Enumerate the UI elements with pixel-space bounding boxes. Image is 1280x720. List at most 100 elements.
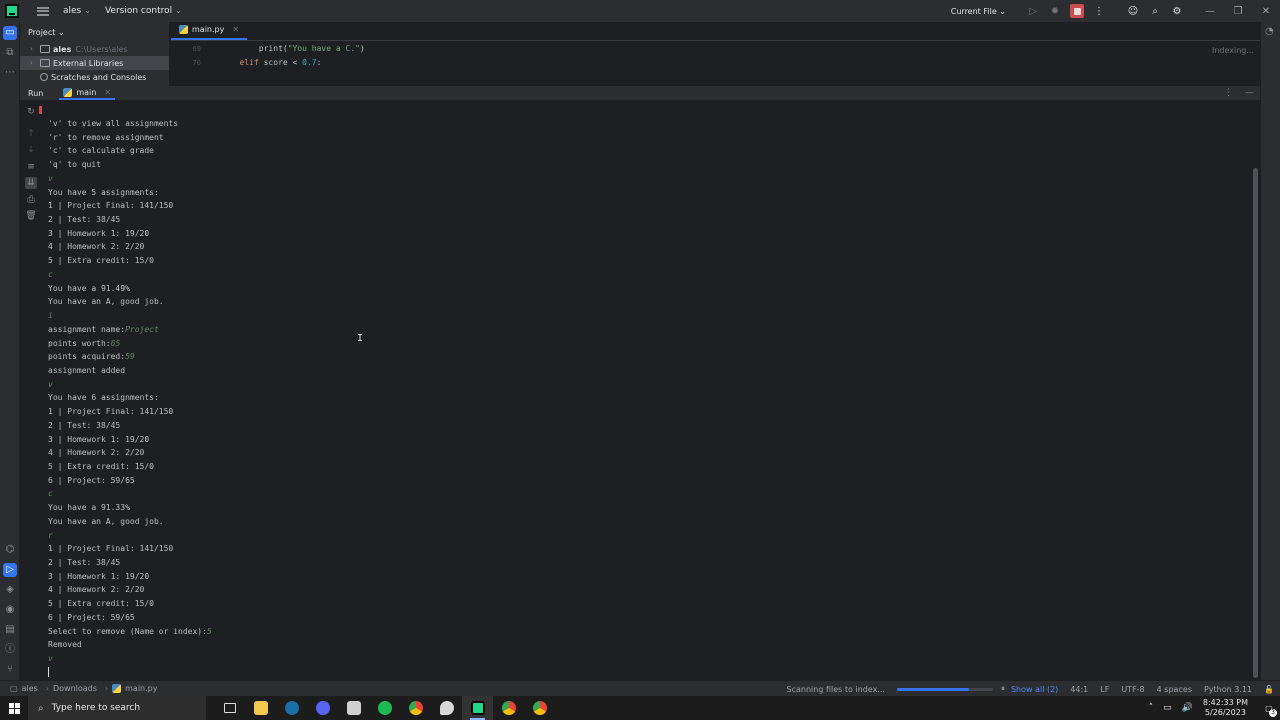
taskbar-chrome[interactable] <box>400 696 431 720</box>
chevron-right-icon[interactable]: › <box>30 59 40 67</box>
scroll-down-icon[interactable]: ↓ <box>25 144 37 156</box>
breadcrumb-item[interactable]: Downloads <box>53 684 97 693</box>
tree-item-project-root[interactable]: › ales C:\Users\ales <box>20 42 169 56</box>
settings-gear-icon[interactable]: ⚙ <box>1166 0 1188 22</box>
stop-button[interactable] <box>1070 4 1084 18</box>
line-separator[interactable]: LF <box>1100 685 1109 694</box>
hide-panel-icon[interactable]: — <box>1245 86 1254 100</box>
taskbar-steam[interactable] <box>276 696 307 720</box>
pycharm-icon <box>470 701 485 715</box>
close-icon[interactable]: ✕ <box>1252 6 1280 17</box>
rerun-icon[interactable]: ↻ <box>25 106 37 118</box>
taskbar-spotify[interactable] <box>369 696 400 720</box>
python-packages-icon[interactable]: ⌬ <box>3 543 17 557</box>
restore-icon[interactable]: ❐ <box>1224 6 1252 17</box>
console-input-line: v <box>48 652 212 666</box>
run-console-output[interactable]: 'v' to view all assignments 'r' to remove… <box>42 100 1252 680</box>
text-cursor-icon: I <box>357 333 364 344</box>
chevron-right-icon[interactable]: › <box>30 45 40 53</box>
show-all-tasks-link[interactable]: Show all (2) <box>1011 685 1058 694</box>
git-icon[interactable]: ⑂ <box>3 663 17 677</box>
main-menu-icon[interactable] <box>37 6 49 16</box>
indexing-progress-bar[interactable] <box>896 687 993 691</box>
indent-setting[interactable]: 4 spaces <box>1157 685 1192 694</box>
file-encoding[interactable]: UTF-8 <box>1121 685 1144 694</box>
console-output-line: 2 | Test: 38/45 <box>48 213 212 227</box>
tray-chevron-up-icon[interactable]: ˄ <box>1149 703 1154 713</box>
background-task-label[interactable]: Scanning files to index... <box>787 685 885 694</box>
taskbar-chrome-2[interactable] <box>493 696 524 720</box>
taskbar-chrome-3[interactable] <box>524 696 555 720</box>
run-tab-main[interactable]: main ✕ <box>59 86 116 100</box>
network-icon[interactable]: ▭ <box>1163 703 1172 713</box>
taskbar-app[interactable] <box>338 696 369 720</box>
trash-icon[interactable]: 🗑 <box>25 210 37 222</box>
scroll-up-icon[interactable]: ↑ <box>25 128 37 140</box>
pause-icon[interactable]: ⏸ <box>1001 684 1005 694</box>
tree-item-external-libraries[interactable]: › External Libraries <box>20 56 169 70</box>
console-text: v <box>48 654 53 664</box>
run-tab-label: main <box>76 87 97 97</box>
taskbar-shield-app[interactable] <box>431 696 462 720</box>
console-text: 'c' to calculate grade <box>48 146 154 156</box>
structure-icon[interactable]: ⧉ <box>3 46 17 60</box>
volume-icon[interactable]: 🔊 <box>1182 703 1193 713</box>
console-scrollbar[interactable] <box>1253 168 1258 678</box>
tree-item-scratches[interactable]: Scratches and Consoles <box>20 70 169 84</box>
project-tool-folder-icon[interactable]: ▭ <box>3 26 17 40</box>
console-input-line: r <box>48 529 212 543</box>
lock-icon[interactable]: 🔓 <box>1264 685 1274 694</box>
project-switcher[interactable]: ales ⌄ <box>63 6 91 16</box>
taskbar-discord[interactable] <box>307 696 338 720</box>
search-icon[interactable]: ⌕ <box>1144 0 1166 22</box>
console-output-line: You have 6 assignments: <box>48 391 212 405</box>
print-icon[interactable]: ⎙ <box>25 194 37 206</box>
run-tool-icon[interactable]: ▷ <box>3 563 17 577</box>
console-output-line: 1 | Project Final: 141/150 <box>48 199 212 213</box>
console-output-line: 1 | Project Final: 141/150 <box>48 405 212 419</box>
more-tools-icon[interactable]: ⋯ <box>3 66 17 80</box>
project-panel-title: Project <box>28 27 56 37</box>
breadcrumb: ▢ ales › Downloads › main.py <box>10 684 161 693</box>
services-icon[interactable]: ◈ <box>3 583 17 597</box>
breadcrumb-item[interactable]: ales <box>22 684 38 693</box>
project-panel-header[interactable]: Project ⌄ <box>20 22 169 42</box>
tree-item-label: ales <box>53 44 72 54</box>
system-clock[interactable]: 8:42:33 PM 5/26/2023 <box>1203 698 1248 718</box>
console-output-line: 4 | Homework 2: 2/20 <box>48 583 212 597</box>
notifications-icon[interactable]: ◔ <box>1265 26 1274 37</box>
python-console-icon[interactable]: ◉ <box>3 603 17 617</box>
scroll-to-end-icon[interactable]: ⇊ <box>25 177 37 189</box>
add-user-icon[interactable]: ☺ <box>1122 0 1144 22</box>
console-text: 3 | Homework 1: 19/20 <box>48 228 150 238</box>
editor-area[interactable]: main.py ✕ 69 70 print("You have a C.") e… <box>171 22 1260 86</box>
taskbar-file-explorer[interactable] <box>245 696 276 720</box>
debug-icon[interactable]: ✹ <box>1044 0 1066 22</box>
spotify-icon <box>377 701 392 715</box>
close-tab-icon[interactable]: ✕ <box>104 88 111 97</box>
soft-wrap-icon[interactable]: ≡ <box>25 161 37 173</box>
console-output-line: You have an A, good job. <box>48 515 212 529</box>
problems-icon[interactable]: ⓘ <box>3 643 17 657</box>
notification-center-button[interactable]: ▢ 3 <box>1258 696 1280 720</box>
editor-tab-main-py[interactable]: main.py ✕ <box>171 21 248 40</box>
minimize-icon[interactable]: — <box>1196 6 1224 17</box>
task-view-button[interactable] <box>214 696 245 720</box>
console-output-line: 5 | Extra credit: 15/0 <box>48 460 212 474</box>
vcs-menu[interactable]: Version control ⌄ <box>105 6 182 16</box>
code-view[interactable]: print("You have a C.") elif score < 0.7: <box>201 42 365 70</box>
taskbar-pycharm[interactable] <box>462 696 493 720</box>
terminal-icon[interactable]: ▤ <box>3 623 17 637</box>
code-line: print("You have a C.") <box>201 42 365 56</box>
start-button[interactable] <box>0 696 28 720</box>
run-icon[interactable]: ▷ <box>1022 0 1044 22</box>
run-config-selector[interactable]: Current File ⌄ <box>951 7 1006 16</box>
taskbar-search[interactable]: ⌕ Type here to search <box>28 696 206 720</box>
breadcrumb-item[interactable]: main.py <box>125 684 157 693</box>
more-options-icon[interactable]: ⋮ <box>1088 0 1110 22</box>
more-options-icon[interactable]: ⋮ <box>1224 86 1233 100</box>
console-prompt-line[interactable] <box>48 666 212 680</box>
close-tab-icon[interactable]: ✕ <box>232 25 239 34</box>
caret-position[interactable]: 44:1 <box>1070 685 1088 694</box>
python-interpreter[interactable]: Python 3.11 <box>1204 685 1252 694</box>
